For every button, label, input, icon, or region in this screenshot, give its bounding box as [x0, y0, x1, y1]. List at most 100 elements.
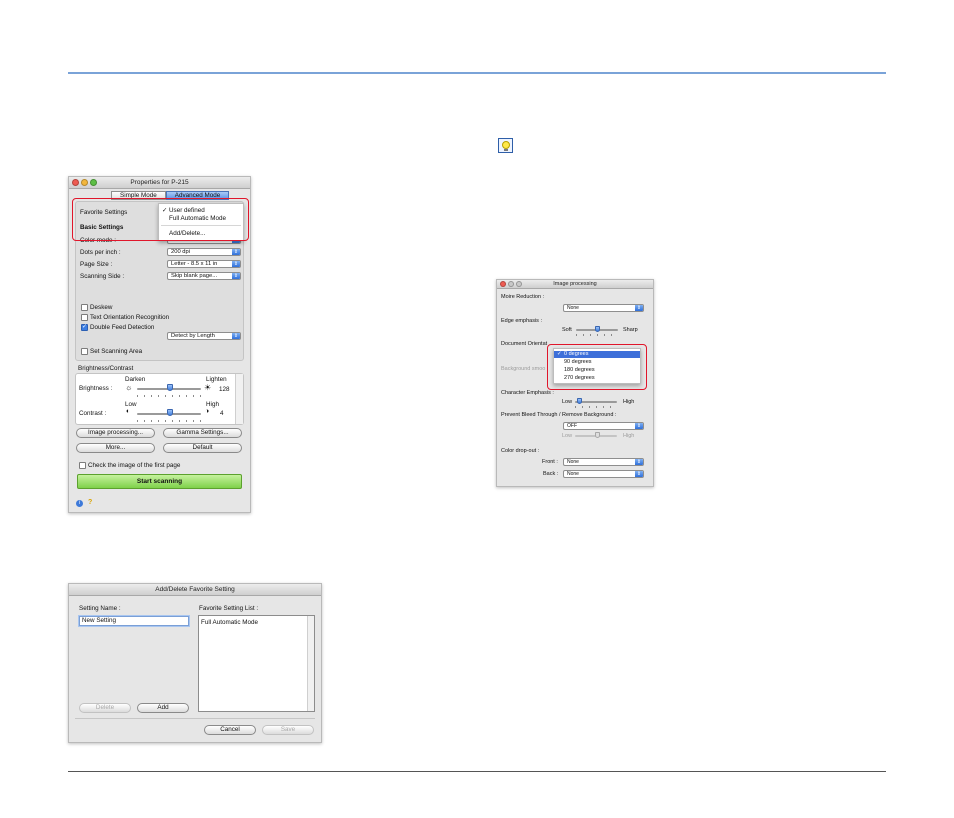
double-feed-value: Detect by Length [171, 333, 215, 339]
info-icon[interactable]: i [76, 500, 83, 507]
brightness-label: Brightness : [79, 385, 113, 392]
setting-name-label: Setting Name : [79, 605, 121, 612]
delete-button[interactable]: Delete [79, 703, 131, 713]
soft-label: Soft [562, 327, 572, 333]
brightness-contrast-label: Brightness/Contrast [78, 365, 134, 372]
text-orientation-label: Text Orientation Recognition [90, 314, 170, 321]
contrast-label: Contrast : [79, 410, 107, 417]
chevron-updown-icon: ⇕ [232, 261, 240, 267]
sun-light-icon: ☀ [204, 383, 212, 392]
more-button[interactable]: More... [76, 443, 155, 453]
contrast-high-icon: ◑ [205, 408, 210, 415]
darken-label: Darken [125, 376, 146, 383]
scanning-side-label: Scanning Side : [80, 273, 125, 280]
zoom-icon[interactable] [516, 281, 522, 287]
check-first-page-checkbox[interactable] [79, 462, 86, 469]
chevron-updown-icon: ⇕ [635, 305, 643, 311]
window-title: Add/Delete Favorite Setting [155, 586, 235, 593]
chevron-updown-icon: ⇕ [635, 471, 643, 477]
chevron-updown-icon: ⇕ [232, 273, 240, 279]
moire-value: None [567, 305, 579, 311]
cancel-button[interactable]: Cancel [204, 725, 256, 735]
text-orientation-checkbox[interactable] [81, 314, 88, 321]
close-icon[interactable] [72, 179, 79, 186]
start-scanning-button[interactable]: Start scanning [77, 474, 242, 489]
set-area-label: Set Scanning Area [90, 348, 143, 355]
page-size-label: Page Size : [80, 261, 113, 268]
image-processing-titlebar: Image processing [497, 280, 653, 289]
highlight-frame-orientation [547, 344, 647, 390]
deskew-label: Deskew [90, 304, 113, 311]
brightness-slider-knob[interactable] [167, 384, 173, 391]
add-delete-window: Add/Delete Favorite Setting Setting Name… [68, 583, 322, 743]
add-button[interactable]: Add [137, 703, 189, 713]
chevron-updown-icon: ⇕ [635, 423, 643, 429]
char-ticks [575, 406, 617, 408]
footer-rule [68, 771, 886, 772]
set-area-checkbox[interactable] [81, 348, 88, 355]
deskew-checkbox[interactable] [81, 304, 88, 311]
lighten-label: Lighten [206, 376, 227, 383]
edge-ticks [576, 334, 618, 336]
double-feed-select[interactable]: Detect by Length ⇕ [167, 332, 241, 340]
favorite-setting-list[interactable]: Full Automatic Mode [198, 615, 315, 712]
brightness-ticks [137, 395, 201, 397]
contrast-ticks [137, 420, 201, 422]
page-size-select[interactable]: Letter - 8.5 x 11 in ⇕ [167, 260, 241, 268]
highlight-frame-favorite [72, 198, 249, 241]
chevron-updown-icon: ⇕ [635, 459, 643, 465]
setting-name-input[interactable]: New Setting [79, 616, 189, 626]
moire-select[interactable]: None ⇕ [563, 304, 644, 312]
favorite-list-label: Favorite Setting List : [199, 605, 259, 612]
contrast-low-icon: ◐ [126, 408, 131, 415]
hint-bulb-icon [498, 138, 513, 153]
zoom-icon[interactable] [90, 179, 97, 186]
low-label: Low [125, 401, 137, 408]
scanning-side-value: Skip blank page... [171, 273, 218, 279]
background-smooth-label: Background smoo [501, 366, 546, 372]
minimize-icon[interactable] [81, 179, 88, 186]
brightness-value: 128 [219, 386, 230, 393]
edge-slider-knob[interactable] [595, 326, 600, 332]
high-label: High [206, 401, 219, 408]
bleed-label: Prevent Bleed Through / Remove Backgroun… [501, 412, 617, 418]
bleed-low-label: Low [562, 433, 573, 439]
dpi-value: 200 dpi [171, 249, 191, 255]
scanning-side-select[interactable]: Skip blank page... ⇕ [167, 272, 241, 280]
list-item[interactable]: Full Automatic Mode [201, 619, 258, 626]
close-icon[interactable] [500, 281, 506, 287]
color-dropout-label: Color drop-out : [501, 448, 540, 454]
page-size-value: Letter - 8.5 x 11 in [171, 261, 218, 267]
back-select[interactable]: None ⇕ [563, 470, 644, 478]
chevron-updown-icon: ⇕ [232, 249, 240, 255]
brightness-scrollbar[interactable] [235, 374, 243, 424]
dpi-select[interactable]: 200 dpi ⇕ [167, 248, 241, 256]
help-icon[interactable]: ? [88, 499, 92, 506]
front-label: Front : [542, 459, 558, 465]
back-label: Back : [543, 471, 559, 477]
save-button[interactable]: Save [262, 725, 314, 735]
sharp-label: Sharp [623, 327, 638, 333]
default-button[interactable]: Default [163, 443, 242, 453]
dpi-label: Dots per inch : [80, 249, 121, 256]
edge-label: Edge emphasis : [501, 318, 542, 324]
dialog-divider [75, 718, 315, 719]
char-slider-knob[interactable] [577, 398, 582, 404]
char-low-label: Low [562, 399, 573, 405]
front-select[interactable]: None ⇕ [563, 458, 644, 466]
bleed-high-label: High [623, 433, 635, 439]
bleed-slider-knob[interactable] [595, 432, 600, 438]
start-scanning-label: Start scanning [136, 478, 183, 485]
list-scrollbar[interactable] [307, 616, 314, 711]
double-feed-checkbox[interactable]: ✓ [81, 324, 88, 331]
moire-label: Moire Reduction : [501, 294, 545, 300]
bleed-value: OFF [567, 423, 577, 429]
bleed-select[interactable]: OFF ⇕ [563, 422, 644, 430]
contrast-slider-knob[interactable] [167, 409, 173, 416]
contrast-value: 4 [220, 410, 224, 417]
gamma-settings-button[interactable]: Gamma Settings... [163, 428, 242, 438]
minimize-icon[interactable] [508, 281, 514, 287]
image-processing-button[interactable]: Image processing... [76, 428, 155, 438]
back-value: None [567, 471, 579, 477]
header-rule [68, 72, 886, 74]
